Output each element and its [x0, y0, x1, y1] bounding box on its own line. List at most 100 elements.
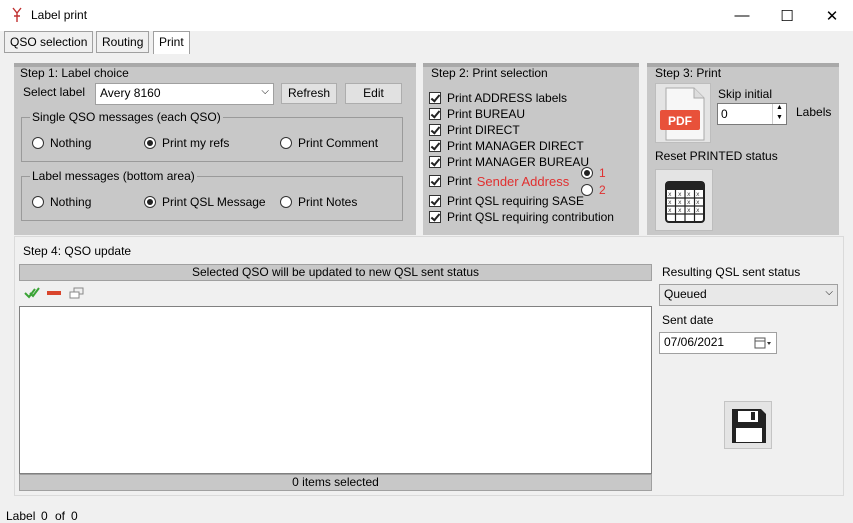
pdf-button[interactable]: PDF — [655, 83, 711, 143]
spin-up-icon[interactable]: ▲ — [772, 104, 786, 114]
svg-text:x: x — [668, 199, 672, 206]
label-select-value: Avery 8160 — [100, 86, 161, 100]
print-sender-address-checkbox[interactable]: Print Sender Address — [429, 173, 569, 189]
items-selected-footer: 0 items selected — [19, 474, 652, 491]
qso-update-header: Selected QSO will be updated to new QSL … — [19, 264, 652, 281]
svg-text:x: x — [668, 207, 672, 214]
radio-selected-icon — [144, 137, 156, 149]
statusbar-label: Label — [6, 509, 36, 523]
checkbox-checked-icon — [429, 175, 441, 187]
checkbox-label: Print — [447, 174, 472, 188]
checkbox-checked-icon — [429, 124, 441, 136]
single-qso-title: Single QSO messages (each QSO) — [30, 110, 223, 124]
radio-label: Nothing — [50, 195, 92, 209]
checkbox-label: Print ADDRESS labels — [447, 91, 568, 105]
edit-button[interactable]: Edit — [345, 83, 402, 104]
radio-icon — [32, 196, 44, 208]
uncheck-all-icon[interactable] — [46, 288, 62, 298]
statusbar-current: 0 — [41, 509, 48, 523]
maximize-button[interactable]: ☐ — [764, 0, 810, 31]
radio-label: Print QSL Message — [162, 195, 266, 209]
close-button[interactable]: ✕ — [809, 0, 853, 31]
print-manager-direct-checkbox[interactable]: Print MANAGER DIRECT — [429, 138, 584, 154]
print-bureau-checkbox[interactable]: Print BUREAU — [429, 106, 525, 122]
label-qsl-message-radio[interactable]: Print QSL Message — [144, 195, 266, 209]
checkbox-label: Print BUREAU — [447, 107, 526, 121]
svg-text:x: x — [687, 191, 691, 198]
sent-date-picker[interactable]: 07/06/2021 — [659, 332, 777, 354]
spin-down-icon[interactable]: ▼ — [772, 114, 786, 124]
step4-title: Step 4: QSO update — [23, 244, 132, 258]
checkbox-checked-icon — [429, 156, 441, 168]
radio-icon — [32, 137, 44, 149]
radio-label: 1 — [599, 166, 606, 180]
print-manager-bureau-checkbox[interactable]: Print MANAGER BUREAU — [429, 154, 589, 170]
sender-address-option-2[interactable]: 2 — [581, 183, 606, 197]
sender-address-label: Sender Address — [476, 173, 570, 189]
checkbox-checked-icon — [429, 195, 441, 207]
calendar-icon[interactable] — [754, 337, 772, 349]
radio-icon — [280, 137, 292, 149]
checkbox-label: Print QSL requiring SASE — [447, 194, 584, 208]
chevron-down-icon: ⌵ — [825, 287, 833, 298]
skip-initial-spinner[interactable]: 0 ▲ ▼ — [717, 103, 787, 125]
checkbox-checked-icon — [429, 92, 441, 104]
grid-table-icon: xxxx xxxx xxxx — [665, 181, 705, 223]
single-qso-group: Single QSO messages (each QSO) Nothing P… — [21, 110, 403, 162]
minimize-icon: — — [734, 7, 750, 24]
reset-printed-label: Reset PRINTED status — [655, 149, 778, 163]
sent-date-value: 07/06/2021 — [664, 335, 725, 349]
radio-label: Print my refs — [162, 136, 230, 150]
svg-text:x: x — [678, 199, 682, 206]
sent-date-label: Sent date — [662, 313, 714, 327]
close-icon: ✕ — [825, 7, 839, 25]
qso-list[interactable] — [19, 306, 652, 474]
pdf-label: PDF — [668, 114, 692, 128]
print-sase-checkbox[interactable]: Print QSL requiring SASE — [429, 193, 584, 209]
checkbox-checked-icon — [429, 211, 441, 223]
label-nothing-radio[interactable]: Nothing — [32, 195, 91, 209]
tab-qso-selection[interactable]: QSO selection — [4, 31, 94, 53]
step1-title: Step 1: Label choice — [20, 66, 129, 80]
checkbox-checked-icon — [429, 108, 441, 120]
sender-address-option-1[interactable]: 1 — [581, 166, 606, 180]
print-address-checkbox[interactable]: Print ADDRESS labels — [429, 90, 567, 106]
step3-title: Step 3: Print — [655, 66, 722, 80]
print-direct-checkbox[interactable]: Print DIRECT — [429, 122, 520, 138]
qsl-status-select[interactable]: Queued ⌵ — [659, 284, 838, 306]
statusbar-of: of — [55, 509, 66, 523]
checkbox-label: Print DIRECT — [447, 123, 520, 137]
single-my-refs-radio[interactable]: Print my refs — [144, 136, 229, 150]
tab-print[interactable]: Print — [153, 31, 190, 54]
reset-printed-button[interactable]: xxxx xxxx xxxx — [655, 169, 713, 231]
radio-label: Print Comment — [298, 136, 379, 150]
step2-title: Step 2: Print selection — [431, 66, 548, 80]
step3-panel: Step 3: Print PDF Skip initial 0 ▲ ▼ Lab… — [647, 63, 839, 235]
label-notes-radio[interactable]: Print Notes — [280, 195, 357, 209]
floppy-disk-icon — [732, 409, 766, 443]
resulting-status-label: Resulting QSL sent status — [662, 265, 801, 279]
check-all-icon[interactable] — [24, 287, 40, 299]
restore-window-icon[interactable] — [69, 287, 85, 299]
skip-initial-value: 0 — [721, 107, 728, 121]
single-comment-radio[interactable]: Print Comment — [280, 136, 378, 150]
svg-text:x: x — [678, 207, 682, 214]
statusbar-total: 0 — [71, 509, 78, 523]
minimize-button[interactable]: — — [719, 0, 765, 31]
radio-selected-icon — [144, 196, 156, 208]
label-select[interactable]: Avery 8160 ⌵ — [95, 83, 274, 105]
app-icon — [12, 7, 22, 22]
tab-routing[interactable]: Routing — [96, 31, 150, 53]
single-nothing-radio[interactable]: Nothing — [32, 136, 91, 150]
radio-label: Print Notes — [298, 195, 358, 209]
labels-label: Labels — [796, 105, 832, 119]
save-button[interactable] — [724, 401, 772, 449]
checkbox-label: Print MANAGER BUREAU — [447, 155, 590, 169]
radio-icon — [280, 196, 292, 208]
step2-panel: Step 2: Print selection Print ADDRESS la… — [423, 63, 639, 235]
refresh-button[interactable]: Refresh — [281, 83, 337, 104]
svg-text:x: x — [687, 207, 691, 214]
print-contribution-checkbox[interactable]: Print QSL requiring contribution — [429, 209, 614, 225]
radio-label: 2 — [599, 183, 606, 197]
checkbox-label: Print QSL requiring contribution — [447, 210, 614, 224]
